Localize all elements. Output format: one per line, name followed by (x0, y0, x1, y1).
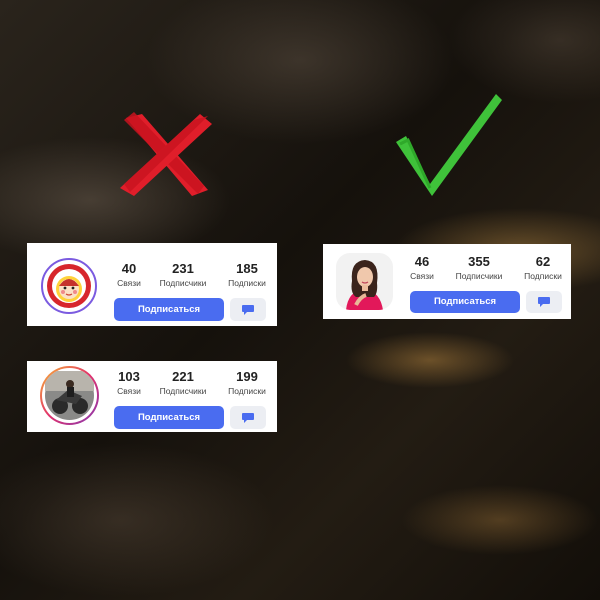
subscribe-button[interactable]: Подписаться (114, 406, 224, 429)
stat-followers[interactable]: 355 Подписчики (444, 254, 514, 282)
stat-value: 185 (236, 261, 258, 276)
stat-value: 221 (172, 369, 194, 384)
green-check-icon (392, 88, 504, 200)
message-button[interactable] (230, 406, 266, 429)
subscribe-button[interactable]: Подписаться (410, 291, 520, 313)
motorcycle-photo (42, 368, 97, 423)
profile-card: 40 Связи 231 Подписчики 185 Подписки Под… (27, 243, 277, 326)
stat-following[interactable]: 199 Подписки (212, 369, 282, 397)
matryoshka-doll-icon (47, 264, 91, 308)
stat-label: Подписки (228, 386, 266, 396)
stat-label: Подписки (524, 271, 562, 281)
stat-label: Подписки (228, 278, 266, 288)
stat-following[interactable]: 185 Подписки (212, 261, 282, 289)
stat-label: Подписчики (455, 271, 503, 281)
stat-label: Подписчики (159, 386, 207, 396)
stat-value: 231 (172, 261, 194, 276)
chat-bubble-icon (242, 412, 254, 423)
stat-value: 199 (236, 369, 258, 384)
subscribe-button[interactable]: Подписаться (114, 298, 224, 321)
chat-bubble-icon (242, 304, 254, 315)
message-button[interactable] (230, 298, 266, 321)
stat-followers[interactable]: 231 Подписчики (148, 261, 218, 289)
stat-value: 62 (535, 254, 551, 269)
avatar[interactable] (336, 253, 393, 310)
woman-portrait-photo (336, 253, 393, 310)
stat-label: Подписчики (159, 278, 207, 288)
profile-card: 103 Связи 221 Подписчики 199 Подписки По… (27, 361, 277, 432)
message-button[interactable] (526, 291, 562, 313)
profile-card: 46 Связи 355 Подписчики 62 Подписки Подп… (323, 244, 571, 319)
avatar-ring[interactable] (41, 258, 97, 314)
chat-bubble-icon (538, 297, 550, 307)
avatar-ring[interactable] (40, 366, 99, 425)
stat-following[interactable]: 62 Подписки (508, 254, 578, 282)
stat-followers[interactable]: 221 Подписчики (148, 369, 218, 397)
stat-value: 355 (468, 254, 490, 269)
red-cross-icon (112, 108, 216, 200)
